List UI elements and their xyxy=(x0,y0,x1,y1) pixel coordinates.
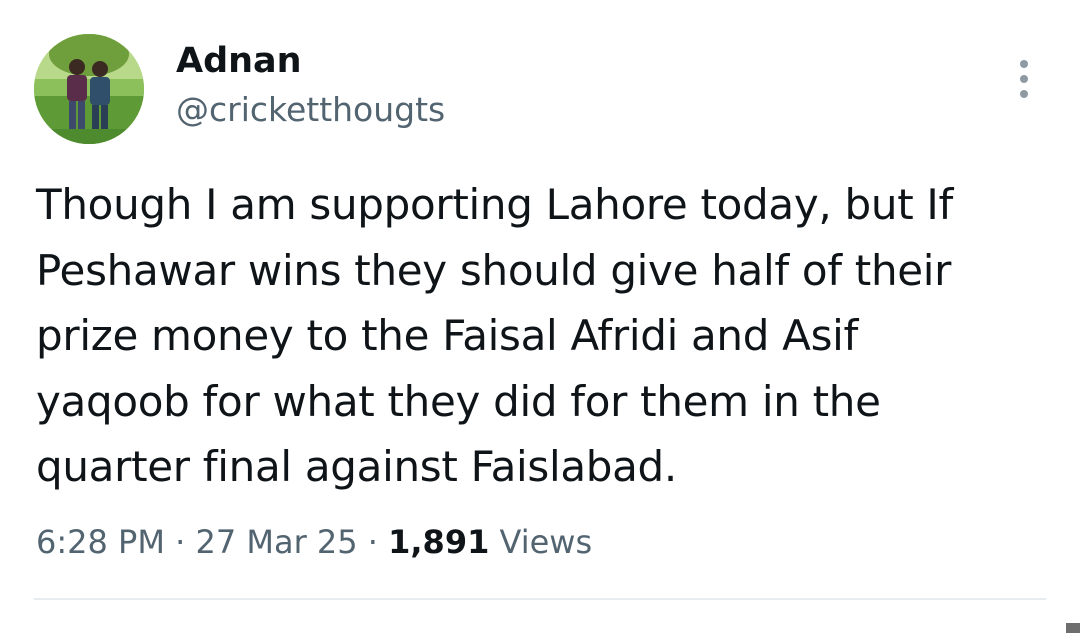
more-vertical-icon-dot xyxy=(1020,75,1028,83)
user-handle[interactable]: @cricketthougts xyxy=(176,88,445,132)
tweet-card: Adnan @cricketthougts Though I am suppor… xyxy=(0,0,1080,633)
views-label: Views xyxy=(499,523,593,561)
meta-separator: · xyxy=(367,523,378,561)
tweet-date[interactable]: 27 Mar 25 xyxy=(195,523,357,561)
avatar[interactable] xyxy=(34,34,144,144)
more-options-button[interactable] xyxy=(1004,54,1044,104)
tweet-text: Though I am supporting Lahore today, but… xyxy=(36,180,953,491)
tweet-meta: 6:28 PM · 27 Mar 25 · 1,891 Views xyxy=(36,518,592,566)
display-name[interactable]: Adnan xyxy=(176,38,302,84)
more-vertical-icon-dot xyxy=(1020,90,1028,98)
meta-separator: · xyxy=(175,523,186,561)
more-vertical-icon xyxy=(1020,60,1028,68)
divider xyxy=(34,598,1046,600)
scroll-indicator xyxy=(1066,623,1080,633)
profile-photo-icon xyxy=(34,34,144,144)
tweet-time[interactable]: 6:28 PM xyxy=(36,523,165,561)
views-count: 1,891 xyxy=(388,523,490,561)
